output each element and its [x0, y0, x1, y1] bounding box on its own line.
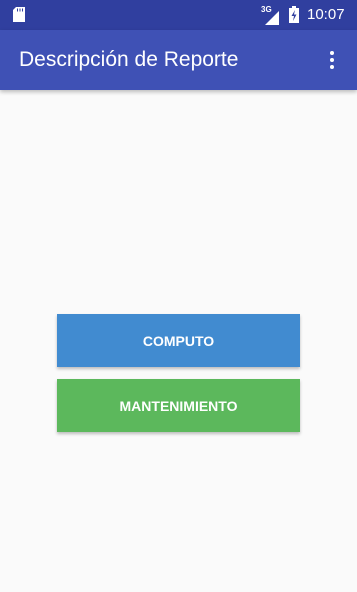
- more-vert-icon-dot: [330, 65, 334, 69]
- sd-card-icon: [13, 7, 25, 22]
- status-bar: 3G 10:07: [0, 0, 357, 30]
- computo-button-label: COMPUTO: [142, 332, 215, 349]
- app-title: Descripción de Reporte: [19, 48, 239, 71]
- status-clock: 10:07: [307, 6, 345, 23]
- mantenimiento-button[interactable]: MANTENIMIENTO: [57, 379, 300, 432]
- mantenimiento-button-label: MANTENIMIENTO: [119, 397, 238, 414]
- battery-icon: [289, 6, 299, 23]
- more-vert-icon-dot: [330, 58, 334, 62]
- computo-button[interactable]: COMPUTO: [57, 314, 300, 367]
- app-bar: Descripción de Reporte: [0, 30, 357, 90]
- signal-icon: [265, 11, 279, 25]
- screen: 3G 10:07 Descripción de Reporte COMPUTO …: [0, 0, 357, 592]
- mobile-signal: 3G: [261, 5, 279, 25]
- more-vert-icon: [330, 51, 334, 55]
- overflow-menu-button[interactable]: [318, 45, 346, 75]
